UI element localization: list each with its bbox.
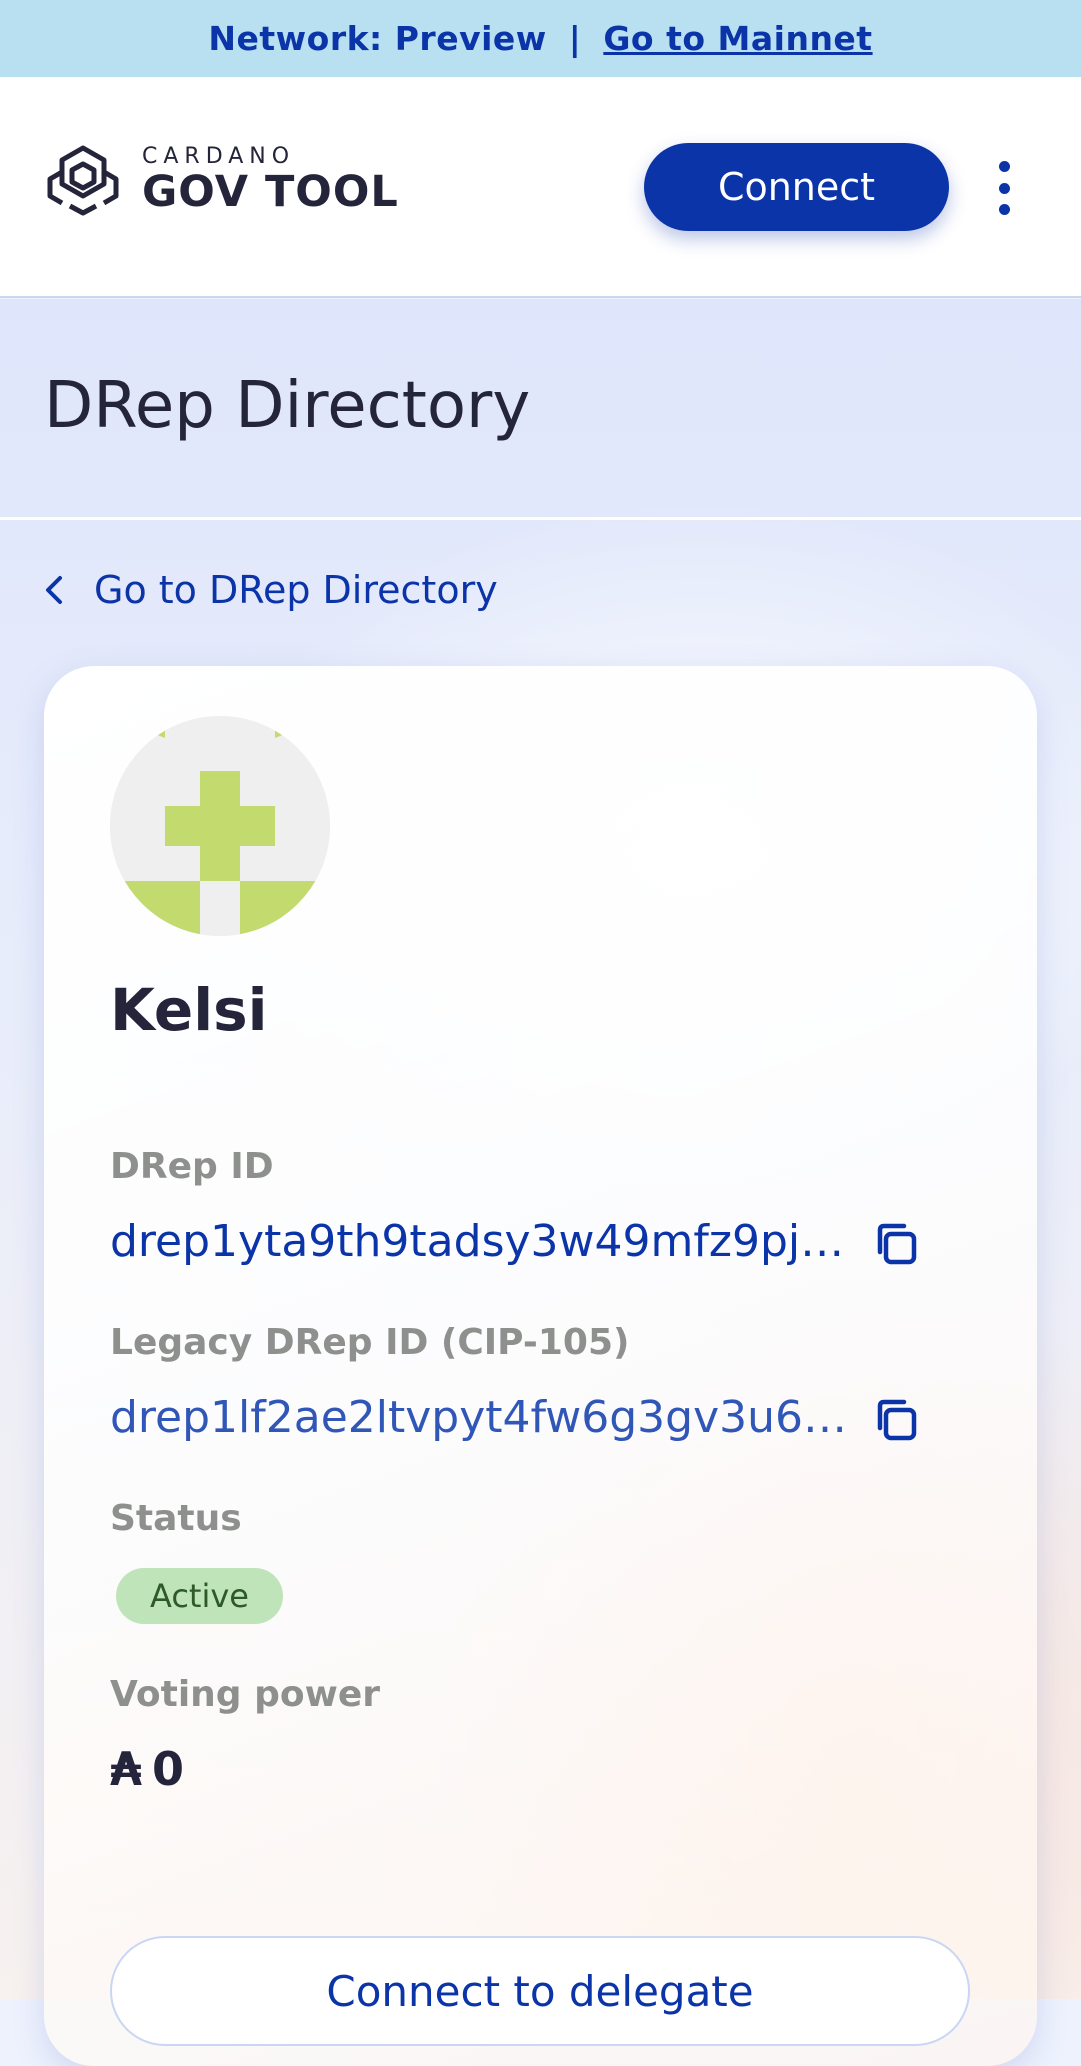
drep-details-card: Kelsi DRep ID drep1yta9th9tadsy3w49mfz9p… bbox=[44, 666, 1037, 2066]
voting-power-amount: 0 bbox=[152, 1742, 185, 1796]
voting-power-value: ₳ 0 bbox=[110, 1742, 184, 1796]
drep-name: Kelsi bbox=[110, 976, 268, 1044]
legacy-drep-id-label: Legacy DRep ID (CIP-105) bbox=[110, 1322, 630, 1363]
identicon-image bbox=[110, 716, 330, 936]
ada-symbol-icon: ₳ bbox=[110, 1742, 143, 1796]
copy-icon[interactable] bbox=[870, 1394, 922, 1446]
drep-id-value[interactable]: drep1yta9th9tadsy3w49mfz9pj… bbox=[110, 1216, 850, 1267]
status-label: Status bbox=[110, 1498, 242, 1539]
drep-id-label: DRep ID bbox=[110, 1146, 274, 1187]
logo-small-text: CARDANO bbox=[142, 144, 296, 169]
connect-button[interactable]: Connect bbox=[644, 143, 949, 231]
hexagon-logo-icon bbox=[47, 145, 119, 216]
govtool-logo[interactable]: CARDANO GOV TOOL bbox=[44, 144, 399, 216]
go-to-mainnet-link[interactable]: Go to Mainnet bbox=[603, 19, 872, 58]
connect-to-delegate-button[interactable]: Connect to delegate bbox=[110, 1936, 970, 2046]
page-header: DRep Directory bbox=[0, 299, 1081, 520]
top-bar: CARDANO GOV TOOL Connect bbox=[0, 77, 1081, 298]
banner-separator: | bbox=[568, 19, 582, 58]
vertical-dots-icon[interactable] bbox=[990, 161, 1018, 215]
voting-power-label: Voting power bbox=[110, 1674, 381, 1715]
page-title: DRep Directory bbox=[44, 369, 531, 443]
back-to-directory-link[interactable]: Go to DRep Directory bbox=[40, 568, 498, 612]
chevron-left-icon bbox=[46, 576, 62, 604]
legacy-drep-id-value[interactable]: drep1lf2ae2ltvpyt4fw6g3gv3u6r… bbox=[110, 1392, 850, 1443]
network-banner: Network: Preview | Go to Mainnet bbox=[0, 0, 1081, 77]
copy-icon[interactable] bbox=[870, 1218, 922, 1270]
back-link-label: Go to DRep Directory bbox=[94, 568, 498, 612]
logo-big-text: GOV TOOL bbox=[142, 167, 399, 217]
status-badge: Active bbox=[116, 1568, 283, 1624]
network-label: Network: Preview bbox=[208, 19, 547, 58]
drep-avatar bbox=[110, 716, 330, 936]
